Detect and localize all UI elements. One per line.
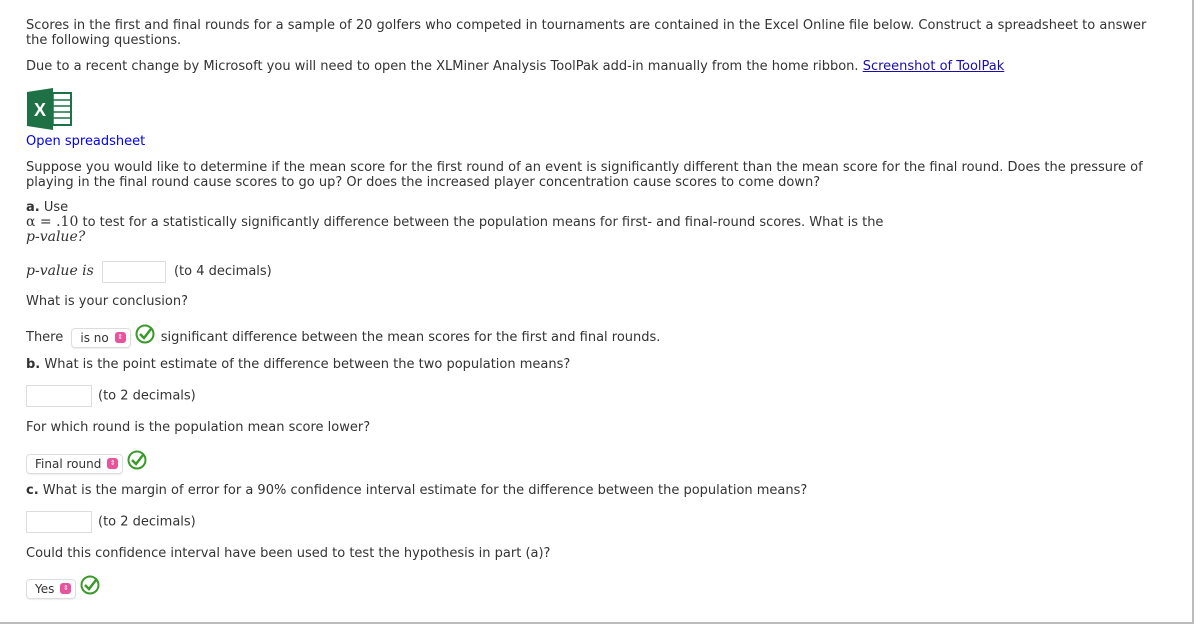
notice-text: Due to a recent change by Microsoft you … [26,59,859,74]
select-arrows-icon: ⇕ [60,583,72,594]
conclusion-question: What is your conclusion? [26,294,188,309]
part-c-text: What is the margin of error for a 90% co… [42,483,808,498]
pvalue-question: p-value? [26,229,86,245]
part-a-label: a. [26,200,40,215]
select-arrows-icon: ⇕ [114,332,126,343]
margin-of-error-input[interactable] [26,511,92,533]
use-text: Use [43,200,69,215]
point-estimate-hint: (to 2 decimals) [98,388,196,404]
check-icon [135,324,155,351]
scenario-text: Suppose you would like to determine if t… [26,160,1143,190]
lower-round-select-value: Final round [35,456,102,471]
part-a-question: a. Use α = .10 to test for a statisticall… [26,200,1156,245]
conclusion-select-value: is no [80,330,109,345]
open-spreadsheet-link[interactable]: Open spreadsheet [26,134,145,149]
conclusion-text: significant difference between the mean … [160,330,661,345]
select-arrows-icon: ⇕ [107,458,119,469]
intro-text: Scores in the first and final rounds for… [26,18,1147,48]
part-a-text: to test for a statistically significantl… [82,215,884,230]
lower-round-select[interactable]: Final round ⇕ [26,453,124,474]
conclusion-select[interactable]: is no ⇕ [71,327,131,348]
part-b-label: b. [26,357,41,372]
excel-icon[interactable]: X [27,88,73,130]
part-b-text: What is the point estimate of the differ… [44,357,571,372]
part-c-question: c. What is the margin of error for a 90%… [26,483,1156,498]
pvalue-label: p-value is [26,263,94,279]
part-c-label: c. [26,483,39,498]
alpha-value: α = .10 [26,214,79,230]
ci-test-select-value: Yes [35,581,55,596]
check-icon [80,575,100,602]
ci-test-question: Could this confidence interval have been… [26,546,551,561]
part-b-question: b. What is the point estimate of the dif… [26,357,1156,372]
toolpak-screenshot-link[interactable]: Screenshot of ToolPak [863,59,1005,74]
notice: Due to a recent change by Microsoft you … [26,59,1156,74]
lower-round-question: For which round is the population mean s… [26,420,371,435]
pvalue-hint: (to 4 decimals) [173,264,272,279]
svg-text:X: X [34,100,46,120]
there-text: There [26,330,64,345]
ci-test-select[interactable]: Yes ⇕ [26,578,77,599]
margin-of-error-hint: (to 2 decimals) [98,514,196,530]
point-estimate-input[interactable] [26,385,92,407]
check-icon [127,450,147,477]
pvalue-input[interactable] [101,260,166,283]
